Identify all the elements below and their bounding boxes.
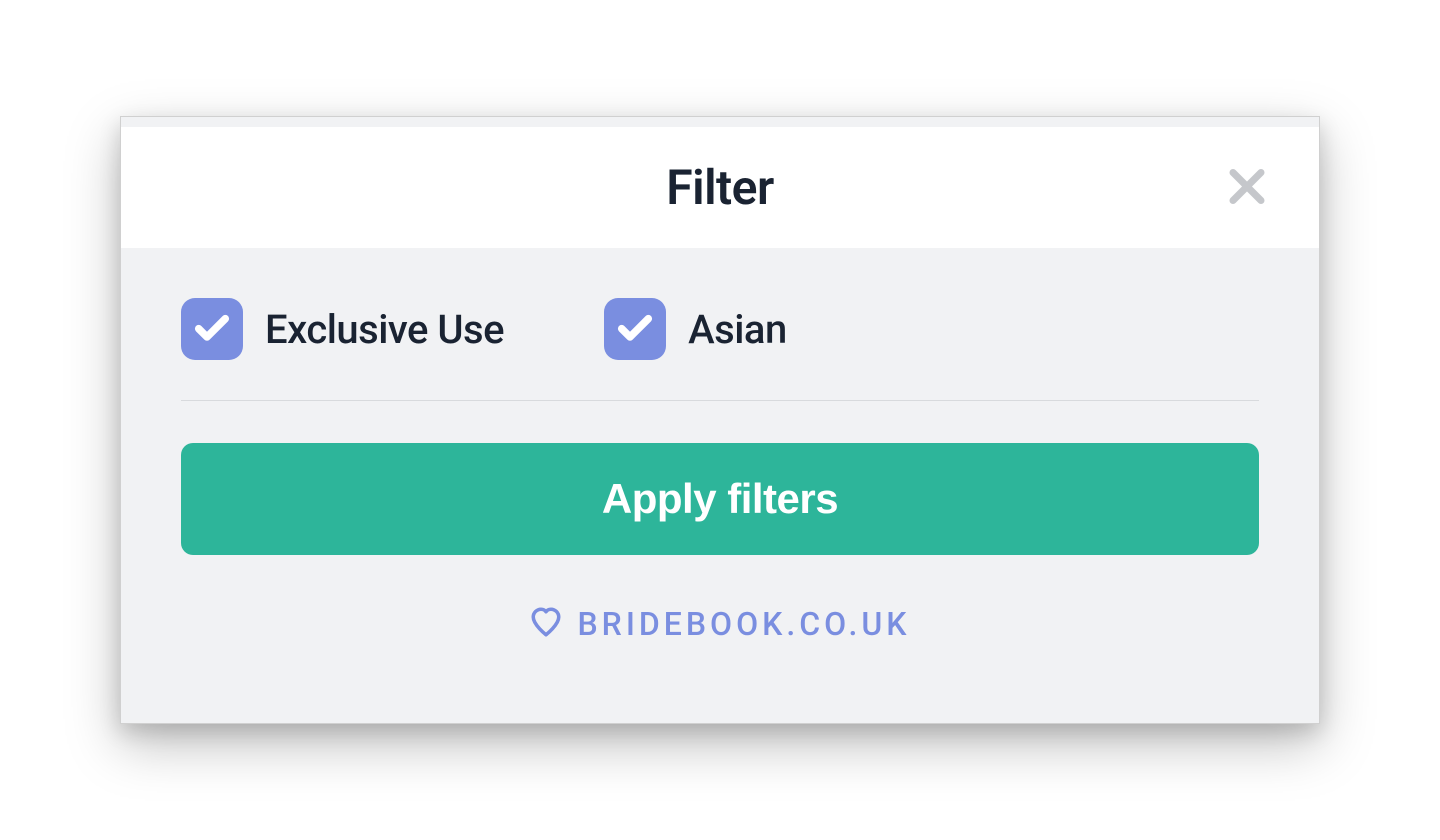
brand-name: BRIDEBOOK.CO.UK	[577, 605, 910, 643]
filter-label: Exclusive Use	[265, 306, 504, 353]
check-icon	[615, 307, 655, 351]
filter-modal: Filter Exclusive Use	[120, 116, 1320, 724]
modal-body: Exclusive Use Asian Apply filters	[121, 248, 1319, 723]
filter-options-row: Exclusive Use Asian	[181, 298, 1259, 401]
modal-header: Filter	[121, 127, 1319, 248]
filter-option-exclusive-use[interactable]: Exclusive Use	[181, 298, 504, 360]
modal-title: Filter	[666, 159, 774, 216]
check-icon	[192, 307, 232, 351]
close-button[interactable]	[1215, 154, 1279, 221]
close-icon	[1223, 162, 1271, 213]
checkbox-checked[interactable]	[181, 298, 243, 360]
brand-footer: BRIDEBOOK.CO.UK	[181, 555, 1259, 683]
filter-label: Asian	[688, 306, 787, 353]
filter-option-asian[interactable]: Asian	[604, 298, 787, 360]
checkbox-checked[interactable]	[604, 298, 666, 360]
modal-top-strip	[121, 117, 1319, 127]
apply-button-label: Apply filters	[602, 475, 838, 522]
apply-filters-button[interactable]: Apply filters	[181, 443, 1259, 555]
heart-icon	[529, 605, 563, 643]
